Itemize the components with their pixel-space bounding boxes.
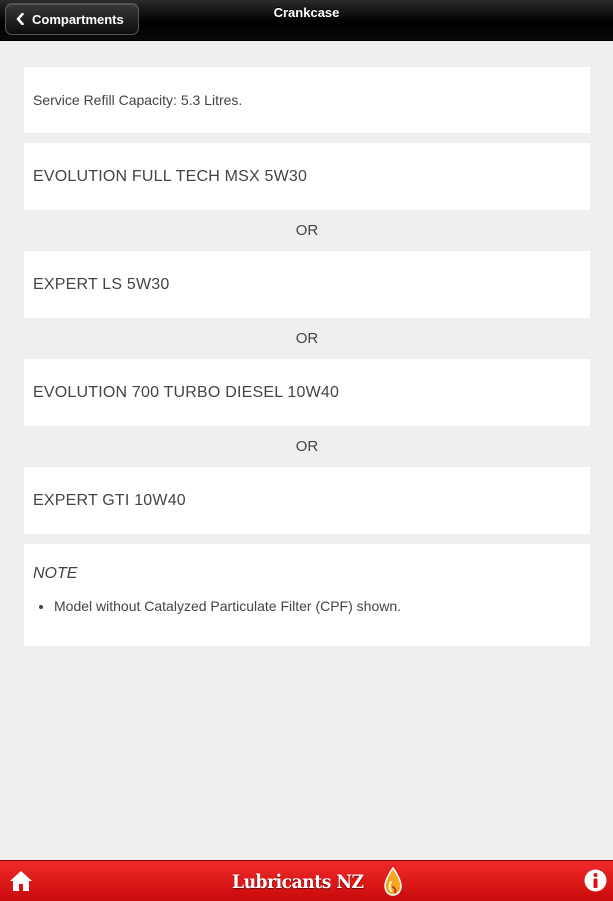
top-navigation-bar: Compartments Crankcase [0, 0, 613, 41]
capacity-card: Service Refill Capacity: 5.3 Litres. [24, 67, 590, 133]
note-item: Model without Catalyzed Particulate Filt… [54, 599, 581, 613]
product-name: EXPERT LS 5W30 [33, 275, 170, 293]
note-list: Model without Catalyzed Particulate Filt… [33, 599, 581, 613]
brand-logo: Lubricants NZ [232, 867, 404, 897]
note-title: NOTE [33, 565, 78, 582]
or-separator: OR [295, 330, 319, 347]
product-card: EVOLUTION FULL TECH MSX 5W30 [24, 143, 590, 210]
oil-drop-icon [384, 867, 402, 896]
home-button[interactable] [9, 870, 33, 897]
info-icon [584, 869, 607, 892]
or-separator: OR [295, 438, 319, 455]
brand-name: Lubricants NZ [232, 871, 364, 893]
content-area: Service Refill Capacity: 5.3 Litres. EVO… [24, 67, 590, 646]
product-name: EVOLUTION 700 TURBO DIESEL 10W40 [33, 383, 340, 401]
product-name: EXPERT GTI 10W40 [33, 491, 186, 509]
capacity-text: Service Refill Capacity: 5.3 Litres. [33, 92, 243, 108]
product-card: EXPERT GTI 10W40 [24, 467, 590, 534]
info-button[interactable] [584, 869, 607, 897]
home-icon [10, 871, 32, 891]
product-name: EVOLUTION FULL TECH MSX 5W30 [33, 167, 308, 185]
product-card: EVOLUTION 700 TURBO DIESEL 10W40 [24, 359, 590, 426]
bottom-bar: Lubricants NZ [0, 860, 613, 901]
page-title: Crankcase [273, 5, 340, 20]
or-separator: OR [295, 222, 319, 239]
product-card: EXPERT LS 5W30 [24, 251, 590, 318]
note-card: NOTE Model without Catalyzed Particulate… [24, 544, 590, 646]
